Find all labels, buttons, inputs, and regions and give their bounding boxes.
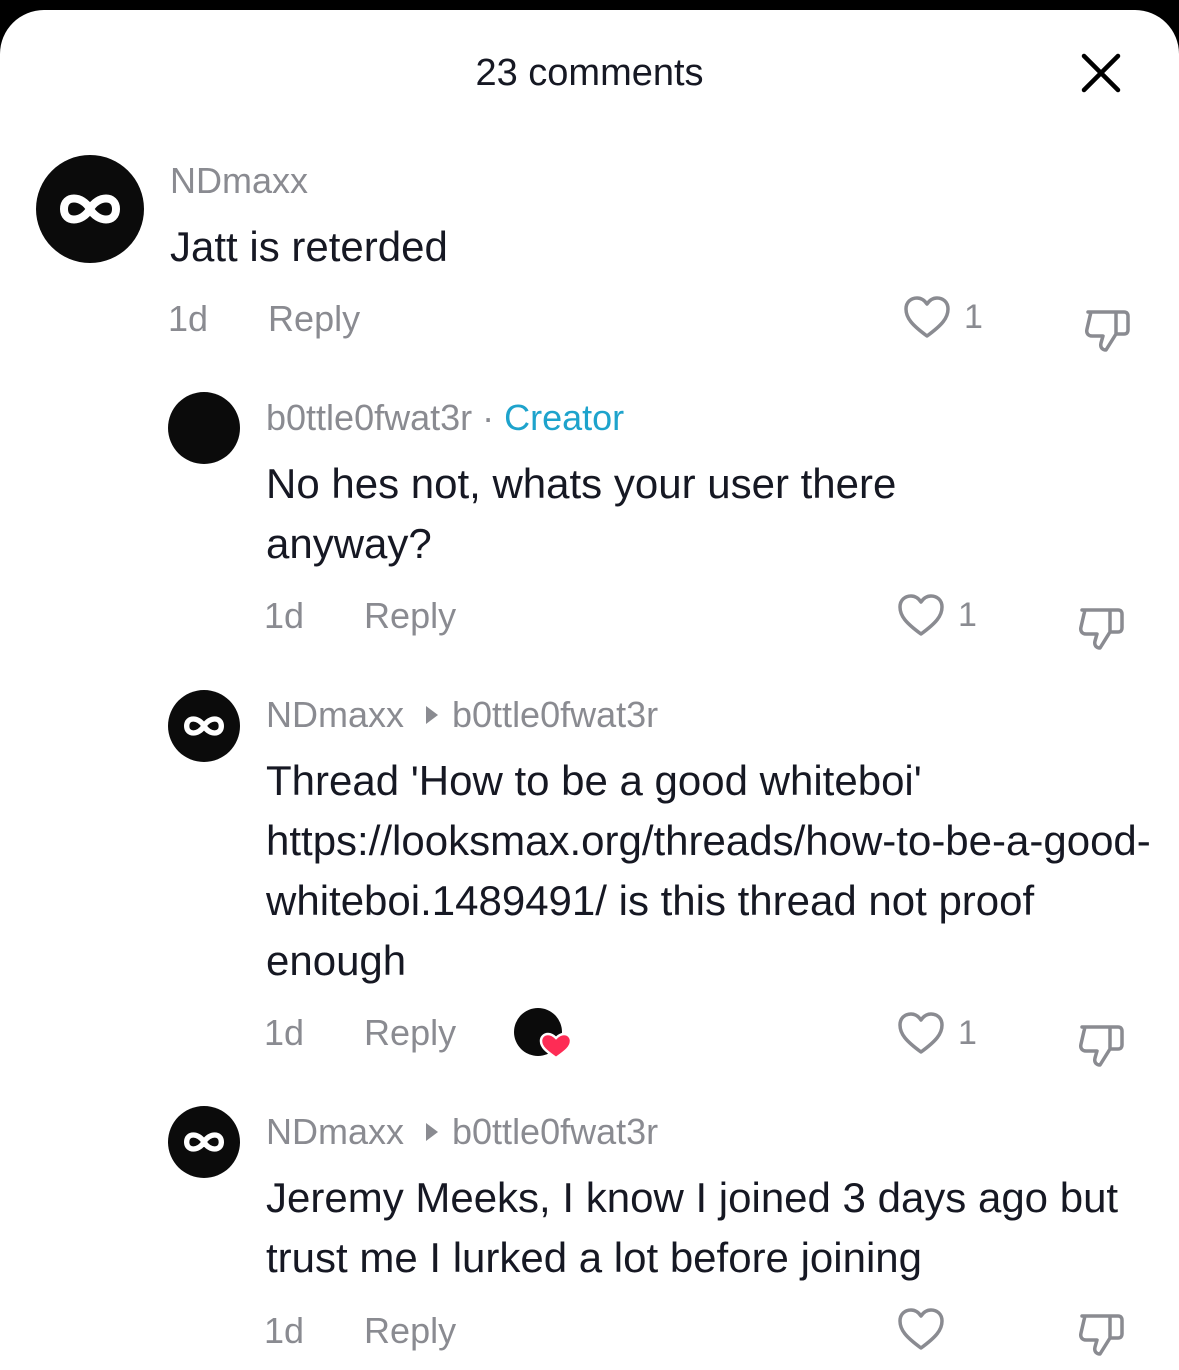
creator-liked-indicator xyxy=(514,1008,574,1060)
avatar[interactable] xyxy=(168,392,240,464)
reply-arrow-icon xyxy=(426,706,439,724)
close-icon[interactable] xyxy=(1078,50,1124,96)
separator-dot: · xyxy=(482,397,495,438)
infinity-logo-icon xyxy=(183,1132,225,1152)
infinity-logo-icon xyxy=(183,716,225,736)
comments-count-title: 23 comments xyxy=(475,52,704,94)
comment-text: Jeremy Meeks, I know I joined 3 days ago… xyxy=(266,1174,1119,1281)
dislike-button[interactable] xyxy=(1076,1021,1126,1074)
comment-username[interactable]: NDmaxx b0ttle0fwat3r xyxy=(266,1111,658,1153)
thumbs-down-icon[interactable] xyxy=(1076,604,1126,652)
comment-meta: 1d Reply xyxy=(264,595,456,637)
reply-to-username[interactable]: b0ttle0fwat3r xyxy=(452,1111,658,1153)
like-count: 1 xyxy=(958,595,977,634)
avatar[interactable] xyxy=(36,155,144,263)
creator-badge: Creator xyxy=(504,397,625,438)
thumbs-down-icon[interactable] xyxy=(1076,1310,1126,1358)
reply-button[interactable]: Reply xyxy=(364,1012,456,1054)
reply-to-username[interactable]: b0ttle0fwat3r xyxy=(452,694,658,736)
creator-liked-heart-icon xyxy=(514,1008,573,1060)
like-count: 1 xyxy=(958,1013,977,1052)
comment-time: 1d xyxy=(264,1012,305,1053)
avatar[interactable] xyxy=(168,1106,240,1178)
like-button[interactable]: 1 xyxy=(896,1010,977,1056)
comment-meta: 1d Reply xyxy=(264,1012,456,1054)
comments-sheet: 23 comments NDmaxx Jatt is reterded 1d R… xyxy=(0,10,1179,1370)
reply-button[interactable]: Reply xyxy=(364,1310,456,1352)
thumbs-down-icon[interactable] xyxy=(1082,306,1132,354)
comment-username[interactable]: NDmaxx b0ttle0fwat3r xyxy=(266,694,658,736)
like-count: 1 xyxy=(964,297,983,336)
username-text[interactable]: NDmaxx xyxy=(170,160,308,202)
username-text[interactable]: NDmaxx xyxy=(266,1111,404,1153)
comment-time: 1d xyxy=(264,595,305,636)
comment-time: 1d xyxy=(168,298,209,339)
like-button[interactable]: 1 xyxy=(896,592,977,638)
avatar[interactable] xyxy=(168,690,240,762)
dislike-button[interactable] xyxy=(1076,604,1126,657)
heart-outline-icon[interactable] xyxy=(902,294,952,340)
close-button[interactable] xyxy=(1078,50,1124,96)
comment-meta: 1d Reply xyxy=(168,298,360,340)
comment-text: No hes not, whats your user there anyway… xyxy=(266,460,897,567)
heart-outline-icon[interactable] xyxy=(896,592,946,638)
heart-outline-icon[interactable] xyxy=(896,1306,946,1352)
comment-meta: 1d Reply xyxy=(264,1310,456,1352)
heart-outline-icon[interactable] xyxy=(896,1010,946,1056)
comment-text: Thread 'How to be a good whiteboi' https… xyxy=(266,757,1151,984)
thumbs-down-icon[interactable] xyxy=(1076,1021,1126,1069)
reply-button[interactable]: Reply xyxy=(268,298,360,340)
reply-button[interactable]: Reply xyxy=(364,595,456,637)
username-text[interactable]: NDmaxx xyxy=(266,694,404,736)
infinity-logo-icon xyxy=(59,194,121,224)
comment-text: Jatt is reterded xyxy=(170,223,448,270)
comment-username[interactable]: b0ttle0fwat3r · Creator xyxy=(266,397,624,439)
username-text[interactable]: b0ttle0fwat3r xyxy=(266,397,472,439)
comment-time: 1d xyxy=(264,1310,305,1351)
like-button[interactable] xyxy=(896,1306,958,1352)
comment-username[interactable]: NDmaxx xyxy=(170,160,308,202)
dislike-button[interactable] xyxy=(1076,1310,1126,1363)
like-button[interactable]: 1 xyxy=(902,294,983,340)
dislike-button[interactable] xyxy=(1082,306,1132,359)
reply-arrow-icon xyxy=(426,1123,439,1141)
